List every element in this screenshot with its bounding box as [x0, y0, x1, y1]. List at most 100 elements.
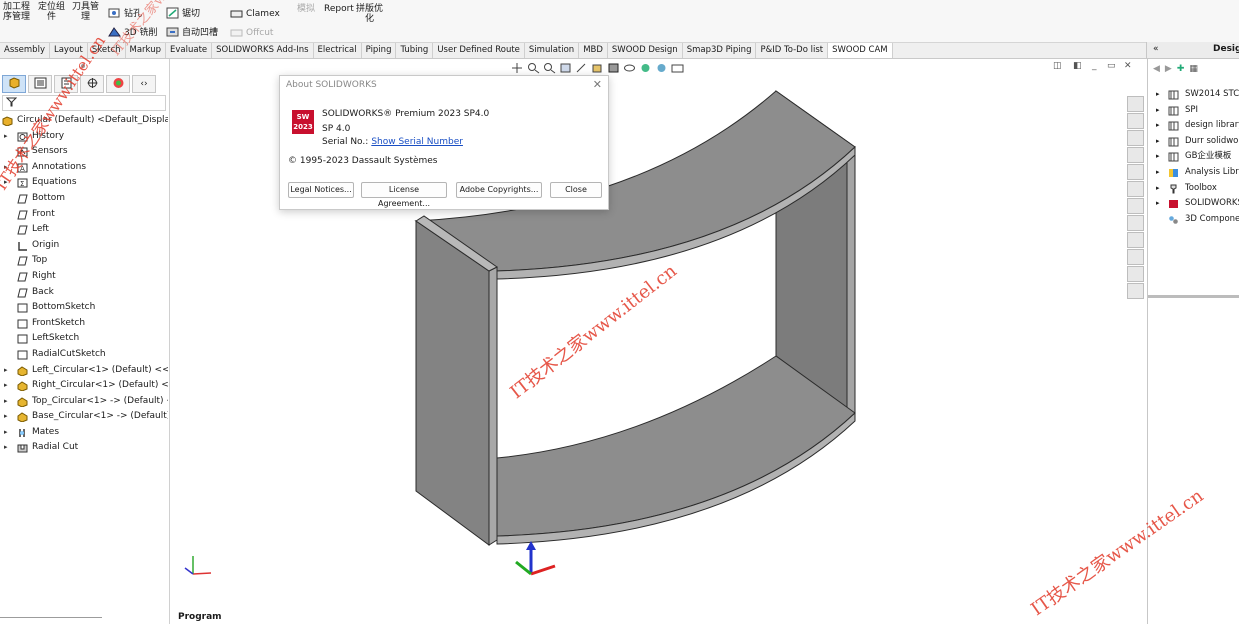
electrical-icon[interactable] [1127, 232, 1144, 248]
resources-icon[interactable] [1127, 113, 1144, 129]
library-item[interactable]: ▸ GB企业模板 [1148, 149, 1239, 165]
expand-arrow-icon[interactable]: ▸ [1156, 149, 1160, 165]
tree-node[interactable]: ▸ Radial Cut [0, 440, 168, 456]
view-palette-icon[interactable] [1127, 164, 1144, 180]
edit-appearance-icon[interactable] [639, 62, 652, 74]
maximize-doc-icon[interactable]: ▭ [1107, 61, 1116, 71]
tree-node[interactable]: Top [0, 253, 168, 269]
tree-node[interactable]: Bottom [0, 191, 168, 207]
display-manager-tab[interactable] [106, 75, 130, 93]
restore-view-icon[interactable]: ◧ [1073, 61, 1082, 71]
zoom-area-icon[interactable] [527, 62, 540, 74]
dynamic-annotation-icon[interactable] [575, 62, 588, 74]
tile-view-icon[interactable]: ◫ [1053, 61, 1062, 71]
legal-notices-button[interactable]: Legal Notices... [288, 182, 354, 198]
routing-icon[interactable] [1127, 249, 1144, 265]
expand-arrow-icon[interactable]: ▸ [1156, 181, 1160, 197]
minimize-doc-icon[interactable]: _ [1092, 61, 1097, 71]
expand-arrow-icon[interactable]: ▸ [1156, 118, 1160, 134]
zoom-fit-icon[interactable] [511, 62, 524, 74]
machining-program-button[interactable]: 加工程 序管理 [3, 2, 30, 22]
saw-cut-button[interactable]: 锯切 [166, 6, 200, 19]
display-style-icon[interactable] [607, 62, 620, 74]
report-button[interactable]: Report [324, 4, 354, 14]
tab-smap3d-piping[interactable]: Smap3D Piping [683, 43, 757, 58]
clamex-button[interactable]: Clamex [230, 8, 280, 20]
tree-filter[interactable] [2, 95, 166, 111]
library-menu-icon[interactable]: ▦ [1189, 64, 1198, 74]
tab-piping[interactable]: Piping [362, 43, 397, 58]
tree-node[interactable]: FrontSketch [0, 316, 168, 332]
back-icon[interactable]: ◀ [1153, 64, 1160, 74]
appearances-icon[interactable] [1127, 181, 1144, 197]
library-item[interactable]: ▸ SPI [1148, 103, 1239, 119]
simulate-button[interactable]: 模拟 [297, 4, 315, 14]
library-item[interactable]: ▸ SW2014 STCN [1148, 87, 1239, 103]
panel-splitter[interactable] [0, 617, 102, 618]
3dexperience-icon[interactable] [1127, 215, 1144, 231]
license-agreement-button[interactable]: License Agreement... [361, 182, 447, 208]
locate-component-button[interactable]: 定位组 件 [38, 2, 65, 22]
expand-arrow-icon[interactable]: ▸ [1156, 103, 1160, 119]
previous-view-icon[interactable] [543, 62, 556, 74]
tree-node[interactable]: ▸ Right_Circular<1> (Default) <<De [0, 378, 168, 394]
tree-node[interactable]: Back [0, 285, 168, 301]
home-icon[interactable] [1127, 96, 1144, 112]
tool-manager-button[interactable]: 刀具管 理 [72, 2, 99, 22]
expand-arrow-icon[interactable]: ▸ [4, 363, 8, 379]
hide-show-icon[interactable] [623, 62, 636, 74]
expand-arrow-icon[interactable]: ▸ [4, 394, 8, 410]
add-location-icon[interactable]: ✚ [1177, 64, 1185, 74]
custom-properties-icon[interactable] [1127, 198, 1144, 214]
design-library-icon[interactable] [1127, 130, 1144, 146]
nest-optimize-button[interactable]: 拼版优 化 [356, 4, 383, 24]
close-doc-icon[interactable]: ✕ [1124, 61, 1132, 71]
library-item[interactable]: 3D Componen [1148, 212, 1239, 228]
pane-splitter[interactable] [1148, 295, 1239, 298]
tree-node[interactable]: Right [0, 269, 168, 285]
tree-node[interactable]: LeftSketch [0, 331, 168, 347]
tree-node[interactable]: Left [0, 222, 168, 238]
expand-arrow-icon[interactable]: ▸ [4, 409, 8, 425]
library-item[interactable]: ▸ design library [1148, 118, 1239, 134]
tree-node[interactable]: ▸ Left_Circular<1> (Default) <<Def [0, 363, 168, 379]
tab-tubing[interactable]: Tubing [396, 43, 434, 58]
file-explorer-icon[interactable] [1127, 147, 1144, 163]
feature-manager-tab[interactable] [2, 75, 26, 93]
collapse-pane-button[interactable]: « [1153, 44, 1159, 54]
section-view-icon[interactable] [559, 62, 572, 74]
expand-arrow-icon[interactable]: ▸ [1156, 196, 1160, 212]
tab-markup[interactable]: Markup [126, 43, 166, 58]
tab-p-id-to-do-list[interactable]: P&ID To-Do list [756, 43, 829, 58]
tree-node[interactable]: BottomSketch [0, 300, 168, 316]
tree-node[interactable]: Origin [0, 238, 168, 254]
tree-node[interactable]: ▸ Σ Equations [0, 175, 168, 191]
expand-arrow-icon[interactable]: ▸ [4, 440, 8, 456]
tree-node[interactable]: ▸ Mates [0, 425, 168, 441]
view-settings-icon[interactable] [671, 62, 684, 74]
expand-arrow-icon[interactable]: ▸ [4, 425, 8, 441]
offcut-button[interactable]: Offcut [230, 27, 273, 39]
tree-node[interactable]: RadialCutSketch [0, 347, 168, 363]
library-item[interactable]: ▸ Analysis Librar [1148, 165, 1239, 181]
expand-arrow-icon[interactable]: ▸ [4, 378, 8, 394]
tab-swood-cam[interactable]: SWOOD CAM [828, 43, 893, 58]
view-orientation-icon[interactable] [591, 62, 604, 74]
tree-node[interactable]: ▸ Base_Circular<1> -> (Default) <[ [0, 409, 168, 425]
forum-icon[interactable] [1127, 266, 1144, 282]
tab-swood-design[interactable]: SWOOD Design [608, 43, 683, 58]
dialog-close-icon[interactable]: ✕ [593, 78, 602, 91]
tab-user-defined-route[interactable]: User Defined Route [433, 43, 525, 58]
close-button[interactable]: Close [550, 182, 602, 198]
tab-electrical[interactable]: Electrical [314, 43, 362, 58]
show-serial-link[interactable]: Show Serial Number [371, 137, 463, 147]
tab-assembly[interactable]: Assembly [0, 43, 50, 58]
tab-solidworks-add-ins[interactable]: SOLIDWORKS Add-Ins [212, 43, 314, 58]
toolbox-tab-icon[interactable] [1127, 283, 1144, 299]
tab-mbd[interactable]: MBD [579, 43, 608, 58]
library-item[interactable]: ▸ Toolbox [1148, 181, 1239, 197]
tree-node[interactable]: ▸ Top_Circular<1> -> (Default) <D [0, 394, 168, 410]
tab-simulation[interactable]: Simulation [525, 43, 580, 58]
tab-evaluate[interactable]: Evaluate [166, 43, 213, 58]
forward-icon[interactable]: ▶ [1165, 64, 1172, 74]
